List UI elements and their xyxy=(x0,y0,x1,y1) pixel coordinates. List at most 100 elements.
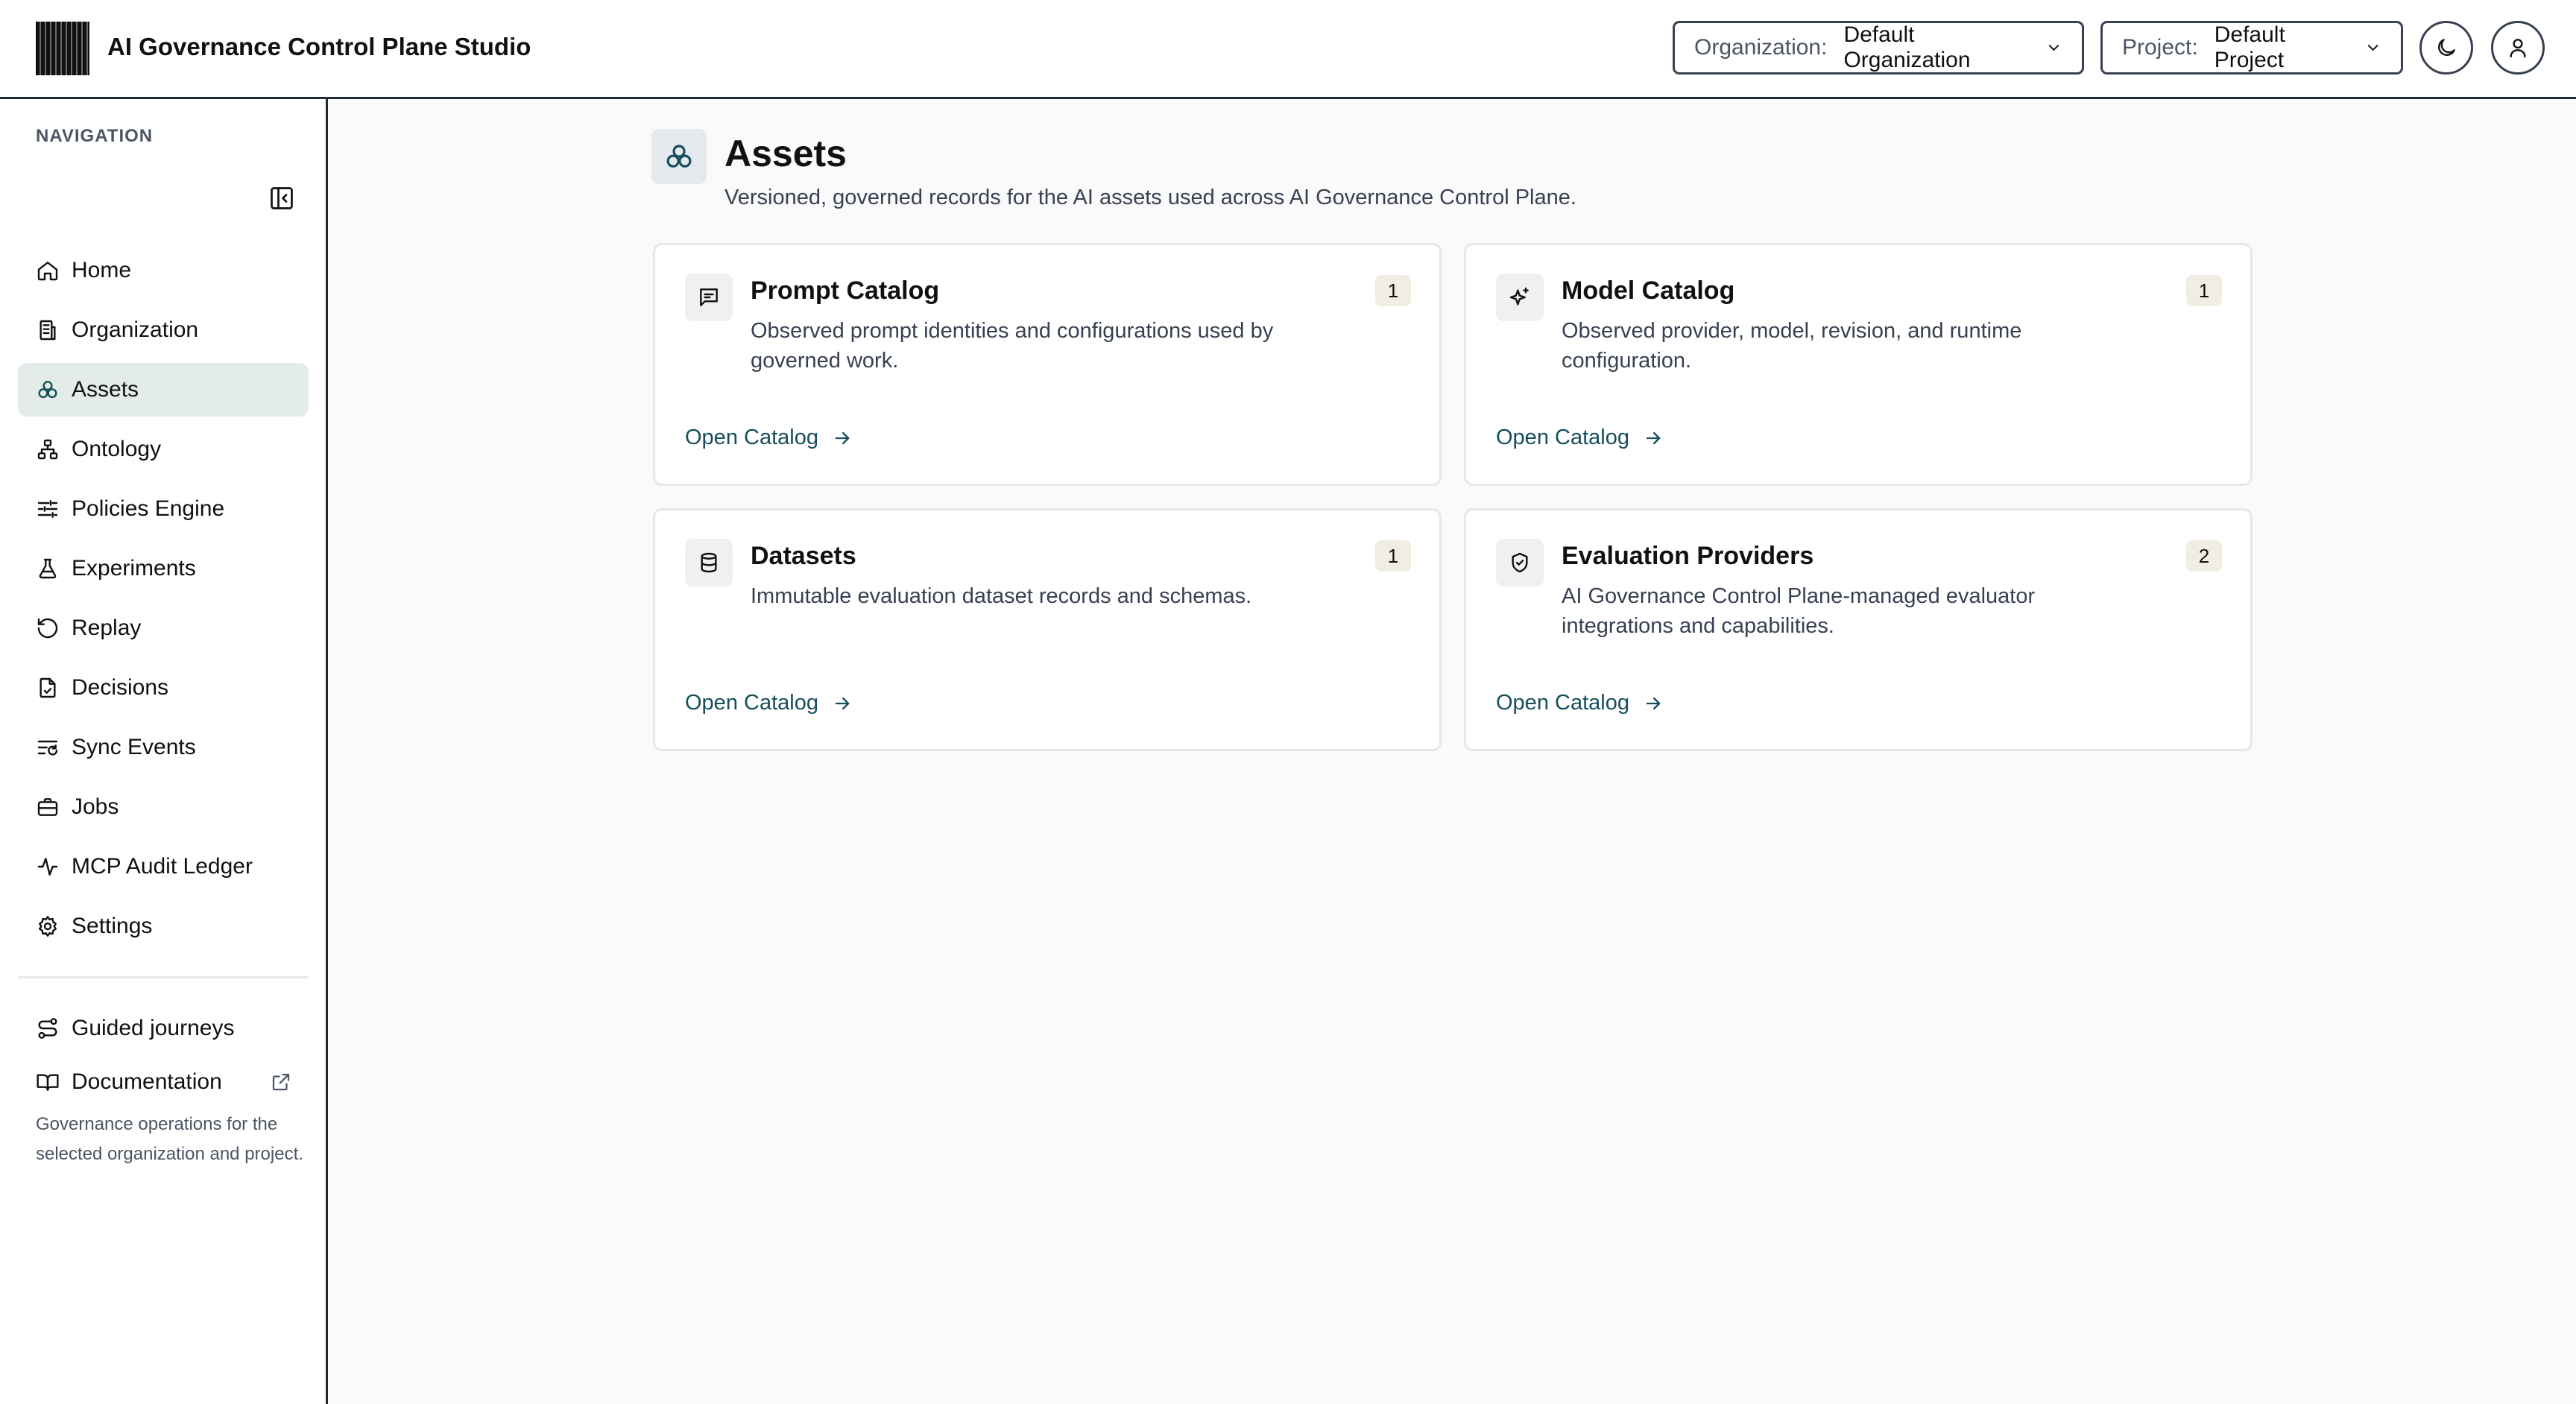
arrow-right-icon xyxy=(835,697,850,709)
sliders-icon xyxy=(37,500,58,518)
page-icon xyxy=(651,129,707,184)
sidebar-item-experiments[interactable]: Experiments xyxy=(18,542,309,595)
organization-value: Default Organization xyxy=(1843,22,1971,72)
arrow-right-icon xyxy=(1646,697,1661,709)
briefcase-icon xyxy=(37,798,58,816)
sidebar-item-label: Guided journeys xyxy=(72,1016,235,1040)
card-icon xyxy=(1496,539,1544,586)
theme-toggle-button[interactable] xyxy=(2419,21,2473,75)
sidebar-item-replay[interactable]: Replay xyxy=(18,601,309,655)
sidebar-item-label: Settings xyxy=(72,914,153,938)
open-catalog-link[interactable]: Open Catalog xyxy=(1496,426,1664,450)
document-icon xyxy=(40,677,56,698)
card-title: Prompt Catalog xyxy=(751,276,940,305)
sidebar-item-policies-engine[interactable]: Policies Engine xyxy=(18,482,309,536)
sidebar-item-label: Sync Events xyxy=(72,735,196,759)
sidebar-note: Governance operations for the selected o… xyxy=(36,1114,303,1164)
assets-icon xyxy=(666,145,692,168)
sidebar-item-label: Documentation xyxy=(72,1069,222,1094)
gear-icon xyxy=(39,916,57,937)
assets-icon xyxy=(38,381,57,399)
count-badge: 2 xyxy=(2186,540,2222,572)
open-catalog-link[interactable]: Open Catalog xyxy=(685,426,853,450)
sidebar-collapse-icon[interactable] xyxy=(268,185,295,212)
card-description: AI Governance Control Plane-managed eval… xyxy=(1562,584,2036,638)
page-title: Assets xyxy=(724,133,847,174)
organization-selector[interactable]: Organization: Default Organization xyxy=(1673,21,2084,75)
open-catalog-label: Open Catalog xyxy=(1496,691,1629,715)
sidebar-item-guided-journeys[interactable]: Guided journeys xyxy=(18,1002,309,1055)
sidebar-item-label: Organization xyxy=(72,317,199,342)
building-icon xyxy=(40,320,56,341)
card-icon xyxy=(685,539,733,586)
count-badge: 1 xyxy=(2186,275,2222,306)
top-bar: AI Governance Control Plane Studio Organ… xyxy=(0,0,2576,99)
sidebar-item-home[interactable]: Home xyxy=(18,244,309,297)
sync-list-icon xyxy=(37,740,58,756)
sidebar-divider xyxy=(18,976,309,978)
open-catalog-label: Open Catalog xyxy=(1496,426,1629,449)
sidebar-item-label: Jobs xyxy=(72,794,119,819)
organization-label: Organization: xyxy=(1694,35,1828,60)
sidebar-item-jobs[interactable]: Jobs xyxy=(18,780,309,834)
chevron-down-icon xyxy=(2048,45,2059,51)
project-value: Default Project xyxy=(2214,22,2285,72)
sidebar-item-label: Experiments xyxy=(72,556,196,581)
user-menu-button[interactable] xyxy=(2491,21,2545,75)
prompt-catalog-card: Prompt Catalog Observed prompt identitie… xyxy=(653,243,1442,486)
sidebar-item-label: Replay xyxy=(72,616,142,640)
activity-icon xyxy=(37,858,58,876)
open-catalog-label: Open Catalog xyxy=(685,426,818,449)
shield-check-icon xyxy=(1512,552,1528,573)
sidebar-item-decisions[interactable]: Decisions xyxy=(18,661,309,715)
sidebar-item-label: MCP Audit Ledger xyxy=(72,854,253,879)
external-link-icon xyxy=(272,1073,290,1091)
card-title: Model Catalog xyxy=(1562,276,1735,305)
home-icon xyxy=(37,262,58,281)
sparkles-icon xyxy=(1509,287,1529,306)
sidebar-item-label: Policies Engine xyxy=(72,496,225,521)
database-icon xyxy=(701,552,717,573)
navigation-heading: NAVIGATION xyxy=(36,126,154,146)
open-catalog-link[interactable]: Open Catalog xyxy=(685,691,853,715)
arrow-right-icon xyxy=(835,431,850,444)
card-description: Observed prompt identities and configura… xyxy=(751,319,1274,373)
sidebar-item-documentation[interactable]: Documentation xyxy=(18,1055,309,1109)
chevron-down-icon xyxy=(2367,45,2378,51)
sidebar-item-sync-events[interactable]: Sync Events xyxy=(18,721,309,774)
card-icon xyxy=(685,273,733,321)
card-description: Immutable evaluation dataset records and… xyxy=(751,584,1252,608)
app-logo[interactable] xyxy=(36,22,89,75)
sidebar-item-label: Decisions xyxy=(72,675,169,700)
message-icon xyxy=(700,288,718,306)
app-title: AI Governance Control Plane Studio xyxy=(107,33,531,60)
sidebar-item-organization[interactable]: Organization xyxy=(18,303,309,357)
sidebar-item-settings[interactable]: Settings xyxy=(18,899,309,953)
sidebar-item-label: Assets xyxy=(72,377,139,402)
open-catalog-link[interactable]: Open Catalog xyxy=(1496,691,1664,715)
page-subtitle: Versioned, governed records for the AI a… xyxy=(724,186,1576,209)
arrow-right-icon xyxy=(1646,431,1661,444)
sidebar-item-mcp-audit-ledger[interactable]: MCP Audit Ledger xyxy=(18,840,309,894)
card-icon xyxy=(1496,273,1544,321)
sidebar-item-label: Ontology xyxy=(72,437,162,461)
book-icon xyxy=(37,1074,59,1091)
open-catalog-label: Open Catalog xyxy=(685,691,818,715)
route-icon xyxy=(38,1018,57,1039)
count-badge: 1 xyxy=(1375,275,1411,306)
sidebar-item-ontology[interactable]: Ontology xyxy=(18,423,309,476)
sidebar-item-label: Home xyxy=(72,258,132,282)
sidebar: NAVIGATION Home Organization Assets Onto… xyxy=(0,99,328,1404)
moon-icon xyxy=(2438,39,2455,56)
evaluation-providers-card: Evaluation Providers AI Governance Contr… xyxy=(1464,508,2253,751)
project-selector[interactable]: Project: Default Project xyxy=(2100,21,2403,75)
hierarchy-icon xyxy=(37,439,58,460)
flask-icon xyxy=(39,558,57,579)
user-icon xyxy=(2510,39,2526,58)
sidebar-item-assets[interactable]: Assets xyxy=(18,363,309,417)
card-description: Observed provider, model, revision, and … xyxy=(1562,319,2022,373)
model-catalog-card: Model Catalog Observed provider, model, … xyxy=(1464,243,2253,486)
card-title: Evaluation Providers xyxy=(1562,542,1814,570)
count-badge: 1 xyxy=(1375,540,1411,572)
card-title: Datasets xyxy=(751,542,856,570)
